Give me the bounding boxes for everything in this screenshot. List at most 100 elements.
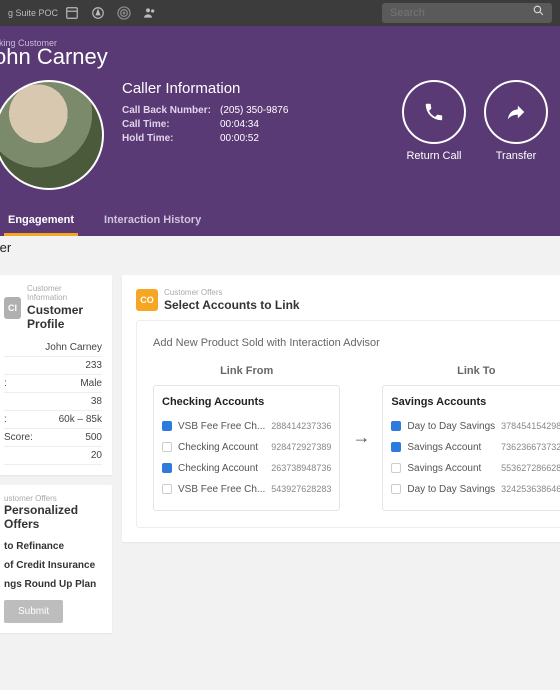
holdtime-value: 00:00:52 bbox=[220, 133, 259, 144]
holdtime-label: Hold Time: bbox=[122, 133, 220, 144]
compass-icon[interactable] bbox=[90, 5, 106, 21]
account-row[interactable]: Checking Account 263738948736 bbox=[162, 458, 331, 479]
profile-row: : Male bbox=[4, 375, 102, 393]
tab-engagement[interactable]: Engagement bbox=[4, 206, 78, 236]
callback-value: (205) 350-9876 bbox=[220, 105, 288, 116]
add-product-label: Add New Product Sold with Interaction Ad… bbox=[153, 337, 560, 349]
customer-profile-card: CI Customer Information Customer Profile… bbox=[0, 275, 112, 475]
calltime-value: 00:04:34 bbox=[220, 119, 259, 130]
tab-history[interactable]: Interaction History bbox=[100, 206, 205, 236]
account-number: 543927628283 bbox=[271, 484, 331, 494]
to-accounts-box: Savings Accounts Day to Day Savings 37845… bbox=[382, 385, 560, 511]
offers-sup: ustomer Offers bbox=[4, 495, 102, 504]
ci-tag-icon: CI bbox=[4, 297, 21, 319]
account-number: 263738948736 bbox=[271, 463, 331, 473]
profile-sup: Customer Information bbox=[27, 285, 102, 303]
offer-item[interactable]: ngs Round Up Plan bbox=[4, 575, 102, 594]
topbar: g Suite POC bbox=[0, 0, 560, 26]
phone-icon bbox=[402, 80, 466, 144]
offer-item[interactable]: of Credit Insurance bbox=[4, 556, 102, 575]
account-name: Checking Account bbox=[178, 442, 265, 453]
profile-row: 20 bbox=[4, 447, 102, 465]
account-name: Savings Account bbox=[407, 463, 495, 474]
account-name: VSB Fee Free Ch... bbox=[178, 421, 265, 432]
checkbox[interactable] bbox=[162, 442, 172, 452]
caller-info: Caller Information Call Back Number:(205… bbox=[122, 80, 288, 190]
transfer-label: Transfer bbox=[484, 150, 548, 162]
profile-row: Score: 500 bbox=[4, 429, 102, 447]
profile-row-value: 60k – 85k bbox=[59, 414, 102, 425]
link-from-head: Link From bbox=[153, 365, 340, 377]
search-input[interactable] bbox=[390, 7, 532, 19]
target-icon[interactable] bbox=[116, 5, 132, 21]
profile-row: 233 bbox=[4, 357, 102, 375]
checkbox[interactable] bbox=[162, 463, 172, 473]
profile-row-key: Score: bbox=[4, 432, 33, 443]
account-number: 288414237336 bbox=[271, 421, 331, 431]
account-number: 324253638646 bbox=[501, 484, 560, 494]
co-tag-icon: CO bbox=[136, 289, 158, 311]
app-title: g Suite POC bbox=[8, 8, 58, 18]
avatar bbox=[0, 80, 104, 190]
link-title: Select Accounts to Link bbox=[164, 298, 300, 312]
offers-card: ustomer Offers Personalized Offers to Re… bbox=[0, 485, 112, 634]
account-row[interactable]: Day to Day Savings 324253638646 bbox=[391, 479, 560, 500]
profile-row-value: Male bbox=[80, 378, 102, 389]
profile-row-value: 233 bbox=[85, 360, 102, 371]
link-sup: Customer Offers bbox=[164, 289, 300, 298]
caller-info-title: Caller Information bbox=[122, 80, 288, 97]
hero-tabs: Engagement Interaction History bbox=[0, 206, 560, 236]
transfer-action[interactable]: Transfer bbox=[484, 80, 548, 190]
checkbox[interactable] bbox=[162, 421, 172, 431]
account-row[interactable]: VSB Fee Free Ch... 288414237336 bbox=[162, 416, 331, 437]
profile-row: :60k – 85k bbox=[4, 411, 102, 429]
return-call-action[interactable]: Return Call bbox=[402, 80, 466, 190]
return-call-label: Return Call bbox=[402, 150, 466, 162]
profile-row: John Carney bbox=[4, 339, 102, 357]
account-name: Day to Day Savings bbox=[407, 421, 495, 432]
account-name: VSB Fee Free Ch... bbox=[178, 484, 265, 495]
account-number: 736236673732 bbox=[501, 442, 560, 452]
checkbox[interactable] bbox=[162, 484, 172, 494]
account-number: 928472927389 bbox=[271, 442, 331, 452]
profile-row: 38 bbox=[4, 393, 102, 411]
profile-row-value: 500 bbox=[85, 432, 102, 443]
customer-name: ohn Carney bbox=[0, 44, 560, 70]
dashboard-icon[interactable] bbox=[64, 5, 80, 21]
checkbox[interactable] bbox=[391, 442, 401, 452]
submit-button[interactable]: Submit bbox=[4, 600, 63, 623]
account-row[interactable]: Checking Account 928472927389 bbox=[162, 437, 331, 458]
account-number: 553627286628 bbox=[501, 463, 560, 473]
search-box[interactable] bbox=[382, 3, 552, 23]
offer-item[interactable]: to Refinance bbox=[4, 537, 102, 556]
calltime-label: Call Time: bbox=[122, 119, 220, 130]
people-icon[interactable] bbox=[142, 5, 158, 21]
account-name: Day to Day Savings bbox=[407, 484, 495, 495]
profile-row-key: : bbox=[4, 378, 7, 389]
customer-hero: nking Customer ohn Carney Caller Informa… bbox=[0, 26, 560, 236]
checkbox[interactable] bbox=[391, 421, 401, 431]
account-row[interactable]: Savings Account 736236673732 bbox=[391, 437, 560, 458]
account-number: 378454154298 bbox=[501, 421, 560, 431]
share-icon bbox=[484, 80, 548, 144]
profile-title: Customer Profile bbox=[27, 303, 102, 331]
account-row[interactable]: VSB Fee Free Ch... 543927628283 bbox=[162, 479, 331, 500]
checkbox[interactable] bbox=[391, 484, 401, 494]
arrow-icon: → bbox=[350, 427, 372, 448]
profile-row-value: John Carney bbox=[45, 342, 102, 353]
account-row[interactable]: Savings Account 553627286628 bbox=[391, 458, 560, 479]
checkbox[interactable] bbox=[391, 463, 401, 473]
account-row[interactable]: Day to Day Savings 378454154298 bbox=[391, 416, 560, 437]
search-icon[interactable] bbox=[532, 4, 545, 22]
account-name: Savings Account bbox=[407, 442, 495, 453]
link-accounts-card: CO Customer Offers Select Accounts to Li… bbox=[122, 275, 560, 542]
callback-label: Call Back Number: bbox=[122, 105, 220, 116]
to-accounts-title: Savings Accounts bbox=[391, 396, 560, 408]
account-name: Checking Account bbox=[178, 463, 265, 474]
from-accounts-box: Checking Accounts VSB Fee Free Ch... 2884… bbox=[153, 385, 340, 511]
from-accounts-title: Checking Accounts bbox=[162, 396, 331, 408]
link-to-head: Link To bbox=[382, 365, 560, 377]
offers-title: Personalized Offers bbox=[4, 503, 102, 531]
filter-heading: ter bbox=[0, 236, 560, 265]
profile-row-value: 20 bbox=[91, 450, 102, 461]
